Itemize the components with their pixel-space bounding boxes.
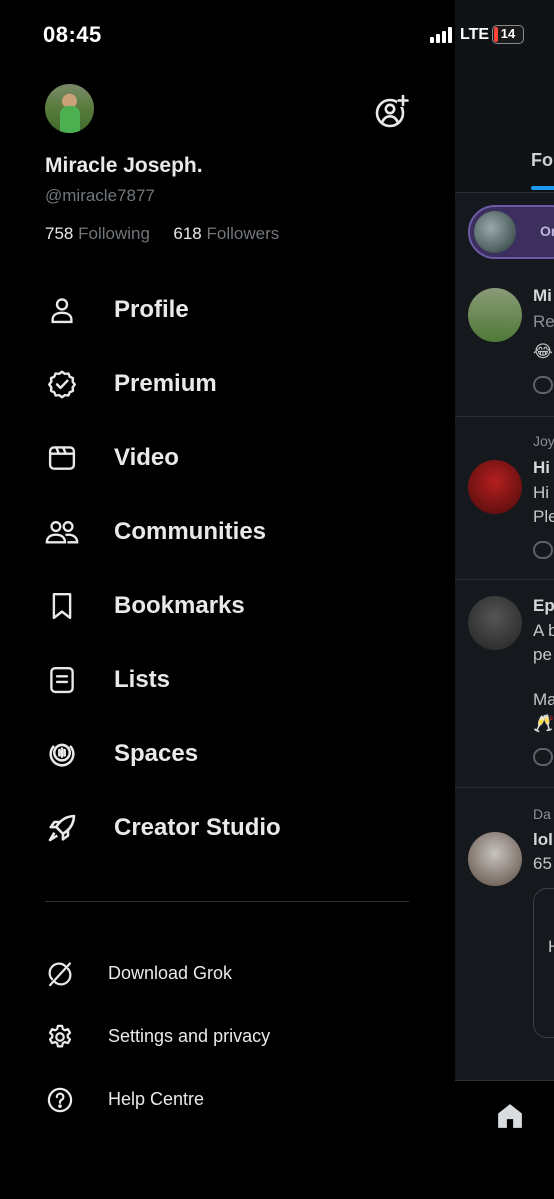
- post-author: Mi: [533, 286, 552, 305]
- menu-item-lists[interactable]: Lists: [0, 643, 455, 717]
- background-timeline: Fo Or Mi Re 😂 Joy Hi Hi Ple Ep A b pe Ma…: [455, 0, 554, 1199]
- menu-item-label: Communities: [114, 518, 267, 545]
- cellular-signal-icon: [430, 27, 452, 43]
- battery-percent: 14: [500, 26, 516, 41]
- followers-label: Followers: [206, 224, 280, 243]
- following-label: Following: [78, 224, 150, 243]
- menu-item-label: Video: [114, 444, 179, 471]
- menu-item-label: Creator Studio: [114, 814, 281, 841]
- side-drawer: Miracle Joseph. @miracle7877 758 Followi…: [0, 0, 455, 1199]
- menu-item-label: Settings and privacy: [108, 1026, 271, 1046]
- menu-item-bookmarks[interactable]: Bookmarks: [0, 569, 455, 643]
- reply-icon[interactable]: [533, 541, 553, 559]
- spaces-icon: [44, 736, 80, 772]
- timeline-post[interactable]: Mi Re 😂: [455, 270, 554, 417]
- post-text: Ma: [533, 690, 554, 709]
- post-author: lol: [533, 830, 553, 849]
- post-avatar[interactable]: [468, 460, 522, 514]
- spaces-pill-text: Or: [540, 223, 554, 239]
- menu-item-spaces[interactable]: Spaces: [0, 717, 455, 791]
- verified-badge-icon: [44, 366, 80, 402]
- post-author: Ep: [533, 596, 554, 615]
- status-bar: 08:45 LTE 14: [0, 0, 554, 70]
- post-text: 🥂: [533, 714, 554, 733]
- reply-icon[interactable]: [533, 376, 553, 394]
- follow-stats: 758 Following 618 Followers: [45, 224, 279, 244]
- grok-icon: [45, 959, 75, 989]
- post-text: 😂: [533, 342, 553, 361]
- communities-icon: [44, 514, 80, 550]
- menu-divider: [45, 901, 409, 902]
- post-avatar[interactable]: [468, 832, 522, 886]
- menu-item-profile[interactable]: Profile: [0, 273, 455, 347]
- post-text: pe: [533, 645, 552, 664]
- video-icon: [44, 440, 80, 476]
- followers-link[interactable]: 618 Followers: [173, 224, 279, 243]
- menu-item-settings[interactable]: Settings and privacy: [0, 1005, 455, 1068]
- menu-item-video[interactable]: Video: [0, 421, 455, 495]
- spaces-pill[interactable]: Or: [468, 205, 554, 259]
- menu-item-download-grok[interactable]: Download Grok: [0, 942, 455, 1005]
- followers-count: 618: [173, 224, 202, 243]
- user-handle: @miracle7877: [45, 186, 155, 205]
- repost-context: Da: [533, 806, 551, 822]
- battery-icon: 14: [492, 25, 524, 44]
- network-type: LTE: [460, 26, 490, 43]
- post-avatar[interactable]: [468, 288, 522, 342]
- avatar-figure: [60, 106, 80, 133]
- menu-item-label: Bookmarks: [114, 592, 245, 619]
- menu-item-label: Download Grok: [108, 963, 233, 983]
- timeline-post[interactable]: Joy Hi Hi Ple: [455, 417, 554, 580]
- menu-item-label: Premium: [114, 370, 217, 397]
- post-text: Hi: [533, 483, 550, 502]
- list-icon: [44, 662, 80, 698]
- gear-icon: [45, 1022, 75, 1052]
- reply-icon[interactable]: [533, 748, 553, 766]
- menu-item-label: Help Centre: [108, 1089, 205, 1109]
- menu-item-premium[interactable]: Premium: [0, 347, 455, 421]
- menu-item-label: Profile: [114, 296, 189, 323]
- following-count: 758: [45, 224, 74, 243]
- timeline-post[interactable]: Ep A b pe Ma 🥂: [455, 580, 554, 788]
- bookmark-icon: [44, 588, 80, 624]
- post-avatar[interactable]: [468, 596, 522, 650]
- following-link[interactable]: 758 Following: [45, 224, 150, 243]
- menu-item-help-centre[interactable]: Help Centre: [0, 1068, 455, 1131]
- post-text: Ple: [533, 507, 554, 526]
- help-icon: [45, 1085, 75, 1115]
- repost-context: Joy: [533, 433, 554, 449]
- quoted-post-text: H: [548, 937, 554, 957]
- home-icon[interactable]: [495, 1101, 525, 1131]
- status-time: 08:45: [43, 22, 102, 47]
- menu-item-communities[interactable]: Communities: [0, 495, 455, 569]
- person-icon: [44, 292, 80, 328]
- bottom-tab-bar: [455, 1080, 554, 1199]
- spaces-pill-avatar: [474, 211, 516, 253]
- timeline-post[interactable]: Da lol 65 H: [455, 788, 554, 1080]
- secondary-menu: Download Grok Settings and privacy Help …: [0, 942, 455, 1131]
- person-add-icon[interactable]: [373, 94, 409, 130]
- post-author: Hi: [533, 458, 550, 477]
- post-text: A b: [533, 621, 554, 640]
- active-tab-indicator: [531, 186, 554, 190]
- tab-following-fragment[interactable]: Fo: [531, 150, 553, 171]
- rocket-icon: [44, 810, 80, 846]
- display-name[interactable]: Miracle Joseph.: [45, 154, 203, 178]
- post-text: 65: [533, 854, 552, 873]
- post-reply-context: Re: [533, 312, 554, 331]
- quoted-post-card[interactable]: H: [533, 888, 554, 1038]
- menu-item-creator-studio[interactable]: Creator Studio: [0, 791, 455, 865]
- menu-item-label: Spaces: [114, 740, 199, 767]
- main-menu: Profile Premium Video Communities Bookma…: [0, 273, 455, 865]
- avatar[interactable]: [45, 84, 94, 133]
- menu-item-label: Lists: [114, 666, 171, 693]
